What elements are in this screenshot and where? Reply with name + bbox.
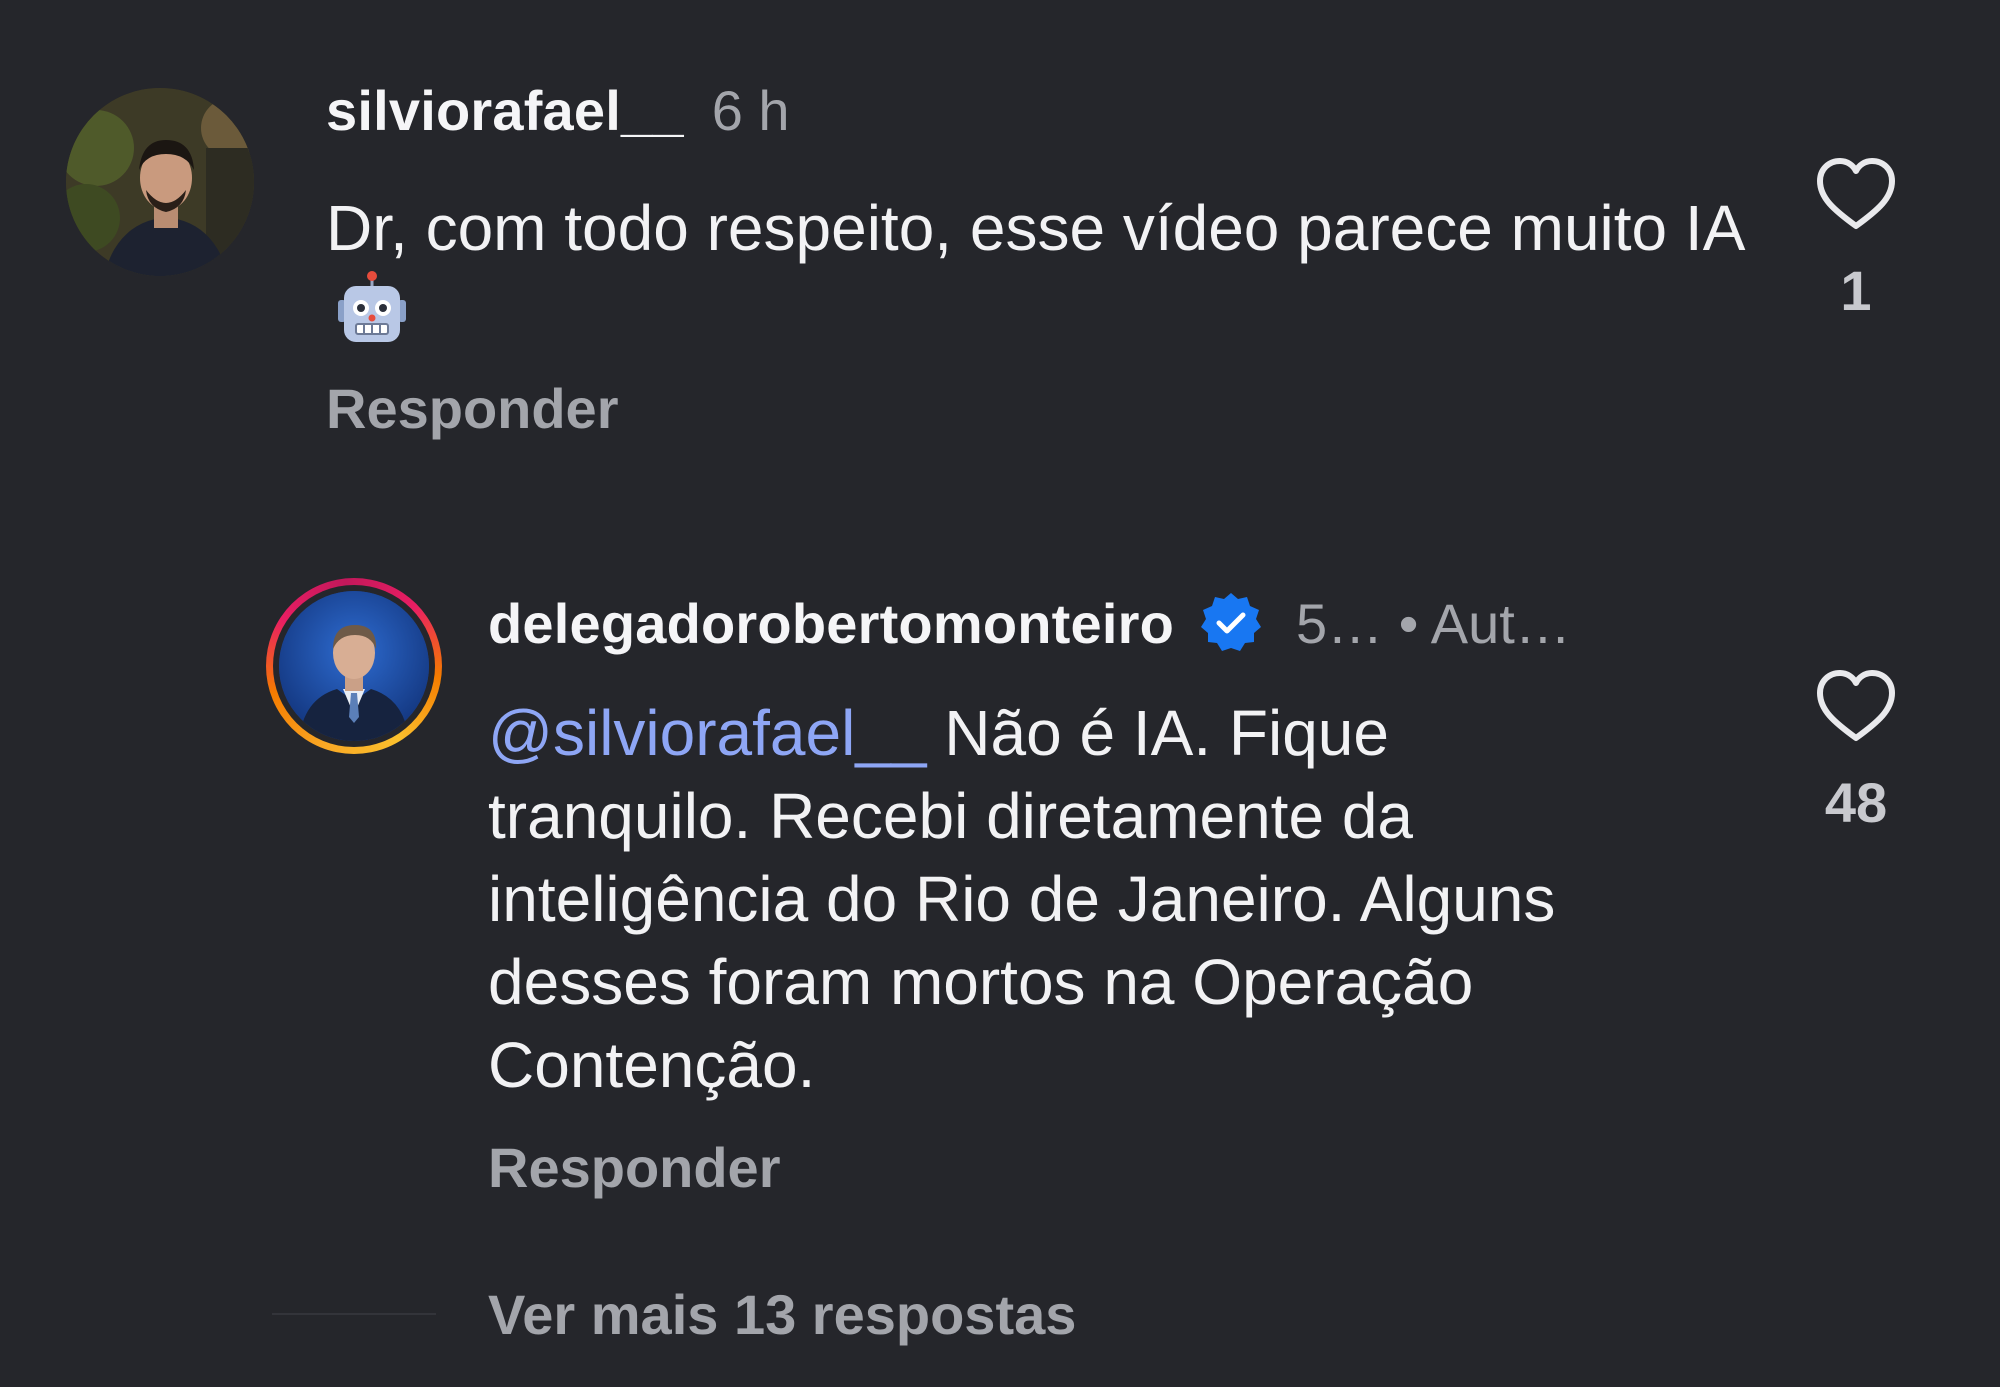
mention-link[interactable]: @silviorafael__ xyxy=(488,697,927,769)
replies-divider-line xyxy=(272,1313,436,1315)
reply-button[interactable]: Responder xyxy=(488,1135,781,1200)
comment-1-header: silviorafael__ 6 h xyxy=(326,78,790,143)
comments-thread: silviorafael__ 6 h Dr, com todo respeito… xyxy=(0,0,2000,1387)
comment-2-header: delegadorobertomonteiro 5… • Aut… xyxy=(488,590,1571,656)
avatar-photo xyxy=(279,591,429,741)
robot-emoji-icon xyxy=(338,271,406,342)
reply-button[interactable]: Responder xyxy=(326,376,619,441)
like-count: 1 xyxy=(1840,259,1872,322)
avatar-photo xyxy=(66,88,254,276)
comment-text: Dr, com todo respeito, esse vídeo parece… xyxy=(326,192,1742,264)
avatar-silviorafael[interactable] xyxy=(66,88,254,276)
story-ring xyxy=(273,585,435,747)
comment-1-body: Dr, com todo respeito, esse vídeo parece… xyxy=(326,186,1756,356)
heart-outline-icon[interactable] xyxy=(1814,156,1898,232)
username[interactable]: delegadorobertomonteiro xyxy=(488,591,1174,656)
comment-2-body: @silviorafael__ Não é IA. Fique tranquil… xyxy=(488,692,1668,1107)
timestamp: 6 h xyxy=(711,79,790,142)
verified-badge-icon xyxy=(1200,593,1261,651)
timestamp-author-label: 5… • Aut… xyxy=(1295,591,1571,655)
avatar-delegadorobertomonteiro[interactable] xyxy=(266,578,442,754)
like-count: 48 xyxy=(1824,771,1888,834)
heart-outline-icon[interactable] xyxy=(1814,668,1898,744)
comment-1-like: 1 xyxy=(1796,156,1916,323)
comment-2-like: 48 xyxy=(1796,668,1916,835)
view-more-replies-button[interactable]: Ver mais 13 respostas xyxy=(488,1282,1076,1347)
username[interactable]: silviorafael__ xyxy=(326,78,684,143)
